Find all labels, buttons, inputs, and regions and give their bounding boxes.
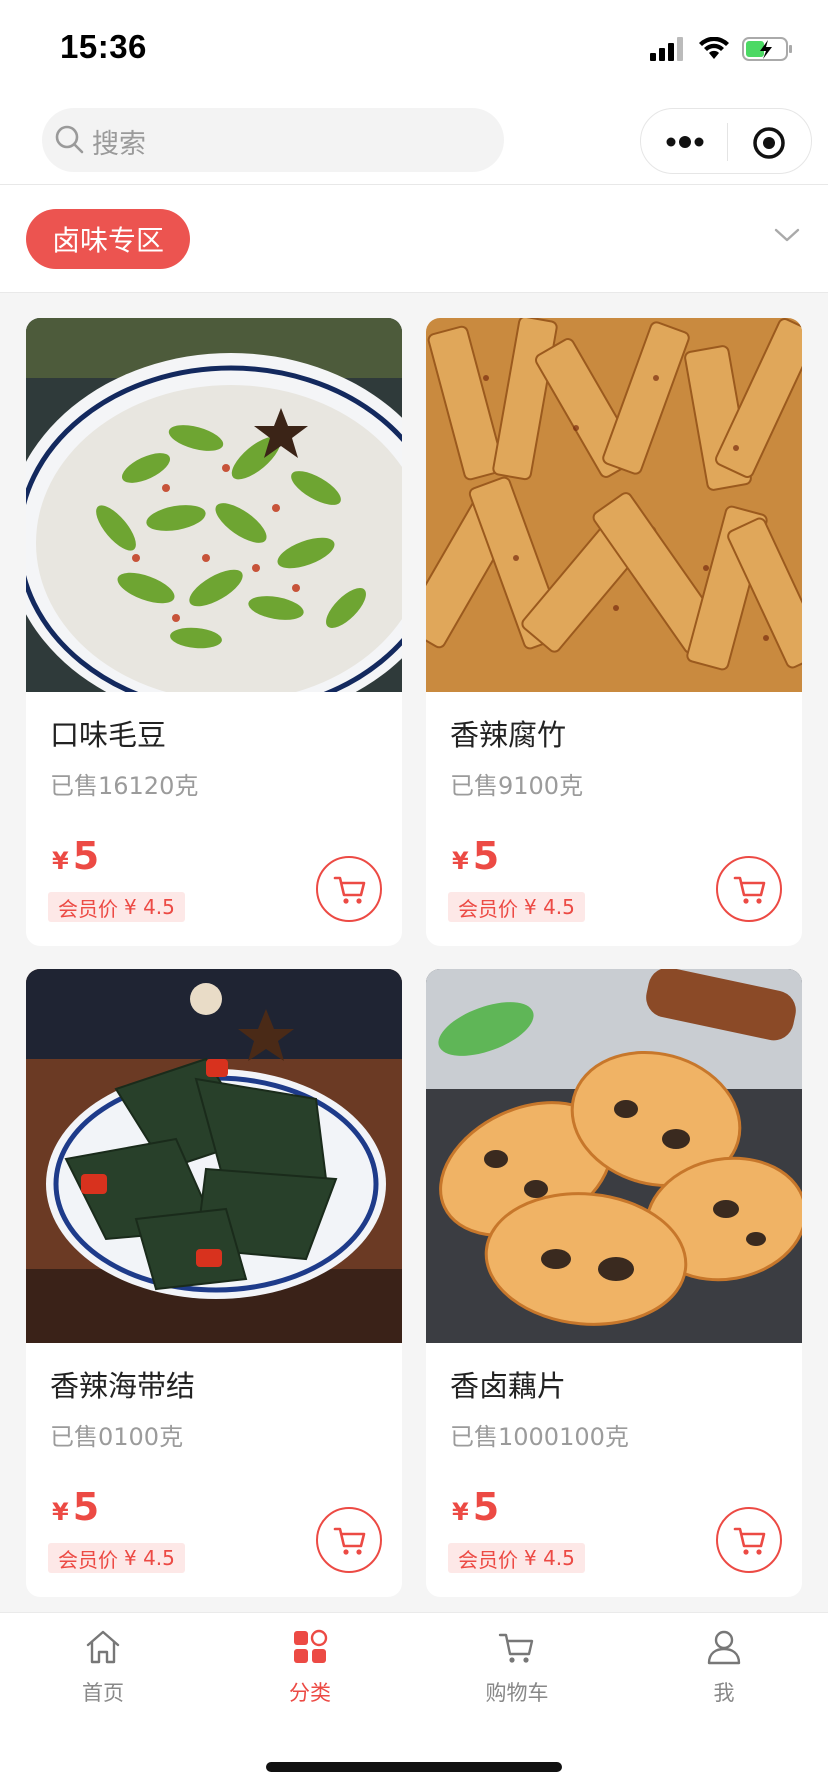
add-to-cart-button[interactable] [716, 856, 782, 922]
cart-icon [498, 1633, 534, 1663]
category-icon [294, 1629, 328, 1663]
tab-label: 购物车 [485, 1681, 549, 1705]
product-name: 香辣腐竹 [450, 718, 567, 752]
product-name: 口味毛豆 [50, 718, 167, 752]
add-to-cart-button[interactable] [316, 856, 382, 922]
price-value: 5 [72, 834, 100, 878]
search-icon [55, 125, 84, 154]
tab-label: 我 [713, 1681, 735, 1705]
tab-label: 分类 [289, 1681, 331, 1705]
currency-symbol: ¥ [52, 1498, 69, 1526]
tab-category[interactable]: 分类 [250, 1627, 370, 1727]
product-card[interactable]: 口味毛豆 已售16120克 ¥ 5 会员价 ¥ 4.5 [26, 318, 402, 946]
product-price: ¥ 5 [52, 1485, 99, 1529]
member-price-label: 会员价 [58, 1547, 118, 1572]
product-name: 香辣海带结 [50, 1369, 196, 1403]
tab-cart[interactable]: 购物车 [457, 1627, 577, 1727]
product-price: ¥ 5 [52, 834, 99, 878]
member-price-label: 会员价 [58, 896, 118, 921]
status-time: 15:36 [60, 28, 147, 65]
product-sold: 已售9100克 [450, 772, 584, 800]
tab-label: 首页 [82, 1681, 124, 1705]
mini-program-capsule [640, 108, 812, 174]
product-name: 香卤藕片 [450, 1369, 567, 1403]
price-value: 5 [472, 1485, 500, 1529]
cart-icon [733, 876, 766, 904]
signal-icon [650, 37, 683, 61]
currency-symbol: ¥ [452, 1498, 469, 1526]
category-tag-selected[interactable]: 卤味专区 [26, 209, 191, 269]
member-price-value: ¥ 4.5 [124, 895, 175, 919]
product-sold: 已售0100克 [50, 1423, 184, 1451]
tab-me[interactable]: 我 [664, 1627, 784, 1727]
nav-bar: 搜索 [0, 96, 828, 184]
product-sold: 已售1000100克 [450, 1423, 629, 1451]
kelp-image [26, 969, 402, 1343]
member-price-badge: 会员价 ¥ 4.5 [48, 1543, 185, 1573]
status-icons [650, 32, 794, 66]
tab-home[interactable]: 首页 [43, 1627, 163, 1727]
search-input[interactable]: 搜索 [42, 108, 504, 172]
chevron-down-icon[interactable] [772, 225, 802, 245]
member-price-value: ¥ 4.5 [124, 1546, 175, 1570]
member-price-value: ¥ 4.5 [524, 895, 575, 919]
tofu-skin-image [426, 318, 802, 692]
product-sold: 已售16120克 [50, 772, 199, 800]
wifi-icon [699, 37, 729, 59]
member-price-badge: 会员价 ¥ 4.5 [448, 1543, 585, 1573]
price-value: 5 [472, 834, 500, 878]
battery-charging-icon [742, 37, 792, 61]
category-bar: 卤味专区 [0, 185, 828, 293]
lotus-root-image [426, 969, 802, 1343]
product-price: ¥ 5 [452, 834, 499, 878]
member-price-label: 会员价 [458, 896, 518, 921]
capsule-divider [727, 123, 728, 161]
search-placeholder: 搜索 [92, 129, 146, 160]
cart-icon [733, 1527, 766, 1555]
member-price-value: ¥ 4.5 [524, 1546, 575, 1570]
product-card[interactable]: 香卤藕片 已售1000100克 ¥ 5 会员价 ¥ 4.5 [426, 969, 802, 1597]
edamame-image [26, 318, 402, 692]
close-icon[interactable] [751, 125, 787, 161]
member-price-label: 会员价 [458, 1547, 518, 1572]
product-card[interactable]: 香辣海带结 已售0100克 ¥ 5 会员价 ¥ 4.5 [26, 969, 402, 1597]
currency-symbol: ¥ [452, 847, 469, 875]
user-icon [707, 1630, 741, 1665]
cart-icon [333, 1527, 366, 1555]
member-price-badge: 会员价 ¥ 4.5 [448, 892, 585, 922]
price-value: 5 [72, 1485, 100, 1529]
status-bar: 15:36 [0, 0, 828, 96]
add-to-cart-button[interactable] [316, 1507, 382, 1573]
cart-icon [333, 876, 366, 904]
home-icon [86, 1630, 120, 1664]
product-card[interactable]: 香辣腐竹 已售9100克 ¥ 5 会员价 ¥ 4.5 [426, 318, 802, 946]
home-indicator[interactable] [266, 1762, 562, 1772]
member-price-badge: 会员价 ¥ 4.5 [48, 892, 185, 922]
add-to-cart-button[interactable] [716, 1507, 782, 1573]
more-icon[interactable] [663, 127, 707, 157]
currency-symbol: ¥ [52, 847, 69, 875]
product-price: ¥ 5 [452, 1485, 499, 1529]
